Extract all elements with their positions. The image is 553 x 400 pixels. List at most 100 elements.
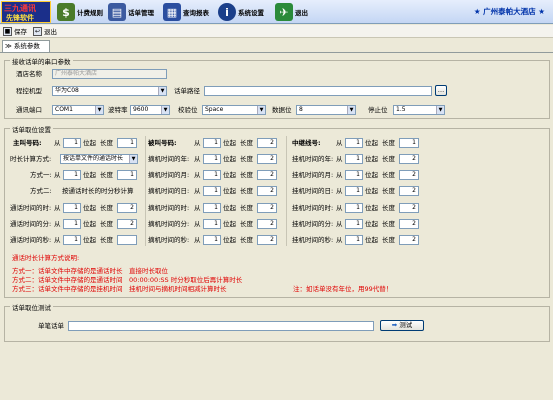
calc-method-select[interactable]: 按话单文件的通话时长 ▼ xyxy=(60,154,138,164)
data-bits-select[interactable]: 8 ▼ xyxy=(296,105,356,115)
single-record-input[interactable] xyxy=(68,321,374,331)
onhook-time-4-start-input[interactable]: 1 xyxy=(345,219,363,229)
call-time-2-length-input[interactable] xyxy=(117,235,137,245)
test-button[interactable]: ➡ 测试 xyxy=(380,320,424,331)
offhook-time-1-length-input[interactable]: 2 xyxy=(257,170,277,180)
from-label: 从 xyxy=(54,204,61,212)
sub-toolbar: ■ 保存 ↩ 退出 xyxy=(0,25,553,38)
browse-button[interactable]: … xyxy=(435,85,447,96)
called-number-length-input[interactable]: 2 xyxy=(257,138,277,148)
len-label: 长度 xyxy=(100,236,113,244)
caller-number-start-input[interactable]: 1 xyxy=(63,138,81,148)
toolbar-button-call-records[interactable]: ▤ 话单管理 xyxy=(108,2,154,22)
trunk-line-start-input[interactable]: 1 xyxy=(345,138,363,148)
len-label: 长度 xyxy=(240,187,253,195)
call-time-1-label: 通话时间的分: xyxy=(10,220,52,228)
parity-select[interactable]: Space ▼ xyxy=(202,105,266,115)
offhook-time-2-start-input[interactable]: 1 xyxy=(203,186,221,196)
tab-system-params[interactable]: ≫ 系统参数 xyxy=(2,40,50,52)
save-button[interactable]: ■ 保存 xyxy=(3,26,27,36)
len-label: 长度 xyxy=(382,236,395,244)
onhook-time-4-length-input[interactable]: 2 xyxy=(399,219,419,229)
pos-label: 位起 xyxy=(365,220,378,228)
main-toolbar: 三九通讯 先锋软件 $ 计费规则 ▤ 话单管理 ▦ 查询报表 i 系统设置 ✈ … xyxy=(0,0,553,24)
save-icon: ■ xyxy=(3,26,12,36)
method-one-start-input[interactable]: 1 xyxy=(63,170,81,180)
onhook-time-0-label: 挂机时间的年: xyxy=(292,155,334,163)
group-title: 接收话单的串口参数 xyxy=(10,56,73,66)
len-label: 长度 xyxy=(382,220,395,228)
offhook-time-0-start-input[interactable]: 1 xyxy=(203,154,221,164)
toolbar-label: 退出 xyxy=(295,9,308,17)
pos-label: 位起 xyxy=(83,236,96,244)
offhook-time-4-length-input[interactable]: 2 xyxy=(257,219,277,229)
onhook-time-5-length-input[interactable]: 2 xyxy=(399,235,419,245)
len-label: 长度 xyxy=(382,171,395,179)
len-label: 长度 xyxy=(240,139,253,147)
len-label: 长度 xyxy=(240,204,253,212)
record-path-label: 话单路径 xyxy=(174,87,200,95)
call-time-1-length-input[interactable]: 2 xyxy=(117,219,137,229)
toolbar-label: 计费规则 xyxy=(77,9,103,17)
toolbar-button-exit[interactable]: ✈ 退出 xyxy=(275,2,308,22)
trunk-line-length-input[interactable]: 1 xyxy=(399,138,419,148)
offhook-time-2-length-input[interactable]: 2 xyxy=(257,186,277,196)
toolbar-button-reports[interactable]: ▦ 查询报表 xyxy=(163,2,209,22)
from-label: 从 xyxy=(54,139,61,147)
onhook-time-1-length-input[interactable]: 2 xyxy=(399,170,419,180)
toolbar-button-billing-rules[interactable]: $ 计费规则 xyxy=(57,2,103,22)
onhook-time-0-length-input[interactable]: 2 xyxy=(399,154,419,164)
record-path-input[interactable] xyxy=(204,86,432,96)
toolbar-button-settings[interactable]: i 系统设置 xyxy=(218,2,264,22)
onhook-time-0-start-input[interactable]: 1 xyxy=(345,154,363,164)
chevron-down-icon: ▼ xyxy=(129,155,137,163)
pos-label: 位起 xyxy=(83,139,96,147)
notes-title: 通话时长计算方式说明: xyxy=(12,254,80,262)
pbx-model-value: 华为C08 xyxy=(55,87,79,94)
offhook-time-3-start-input[interactable]: 1 xyxy=(203,203,221,213)
from-label: 从 xyxy=(194,236,201,244)
method-one-length-input[interactable]: 1 xyxy=(117,170,137,180)
call-time-0-start-input[interactable]: 1 xyxy=(63,203,81,213)
trunk-line-label: 中继线号: xyxy=(292,139,321,147)
onhook-time-2-label: 挂机时间的日: xyxy=(292,187,334,195)
call-time-2-start-input[interactable]: 1 xyxy=(63,235,81,245)
stop-bits-select[interactable]: 1.5 ▼ xyxy=(393,105,445,115)
data-bits-label: 数据位 xyxy=(272,106,292,114)
offhook-time-5-start-input[interactable]: 1 xyxy=(203,235,221,245)
exit-button[interactable]: ↩ 退出 xyxy=(33,26,57,36)
method-two-label: 方式二: xyxy=(30,187,52,195)
call-time-0-length-input[interactable]: 2 xyxy=(117,203,137,213)
stop-bits-value: 1.5 xyxy=(396,106,406,113)
onhook-time-5-start-input[interactable]: 1 xyxy=(345,235,363,245)
onhook-time-2-length-input[interactable]: 2 xyxy=(399,186,419,196)
len-label: 长度 xyxy=(382,155,395,163)
onhook-time-2-start-input[interactable]: 1 xyxy=(345,186,363,196)
len-label: 长度 xyxy=(100,204,113,212)
pos-label: 位起 xyxy=(83,220,96,228)
len-label: 长度 xyxy=(240,171,253,179)
caller-number-length-input[interactable]: 1 xyxy=(117,138,137,148)
stop-bits-label: 停止位 xyxy=(368,106,388,114)
chevron-down-icon: ▼ xyxy=(161,106,169,114)
offhook-time-5-length-input[interactable]: 2 xyxy=(257,235,277,245)
offhook-time-3-length-input[interactable]: 2 xyxy=(257,203,277,213)
from-label: 从 xyxy=(336,171,343,179)
onhook-time-3-start-input[interactable]: 1 xyxy=(345,203,363,213)
baud-select[interactable]: 9600 ▼ xyxy=(130,105,170,115)
offhook-time-0-length-input[interactable]: 2 xyxy=(257,154,277,164)
logo-line2: 先锋软件 xyxy=(6,14,34,22)
port-select[interactable]: COM1 ▼ xyxy=(52,105,104,115)
offhook-time-4-start-input[interactable]: 1 xyxy=(203,219,221,229)
pos-label: 位起 xyxy=(83,204,96,212)
pbx-model-select[interactable]: 华为C08 ▼ xyxy=(52,86,167,96)
pos-label: 位起 xyxy=(365,187,378,195)
called-number-start-input[interactable]: 1 xyxy=(203,138,221,148)
onhook-time-3-length-input[interactable]: 2 xyxy=(399,203,419,213)
onhook-time-1-start-input[interactable]: 1 xyxy=(345,170,363,180)
hotel-name-input[interactable]: 广州泰帕大酒店 xyxy=(52,69,167,79)
from-label: 从 xyxy=(194,187,201,195)
call-time-1-start-input[interactable]: 1 xyxy=(63,219,81,229)
offhook-time-1-start-input[interactable]: 1 xyxy=(203,170,221,180)
onhook-time-5-label: 挂机时间的秒: xyxy=(292,236,334,244)
